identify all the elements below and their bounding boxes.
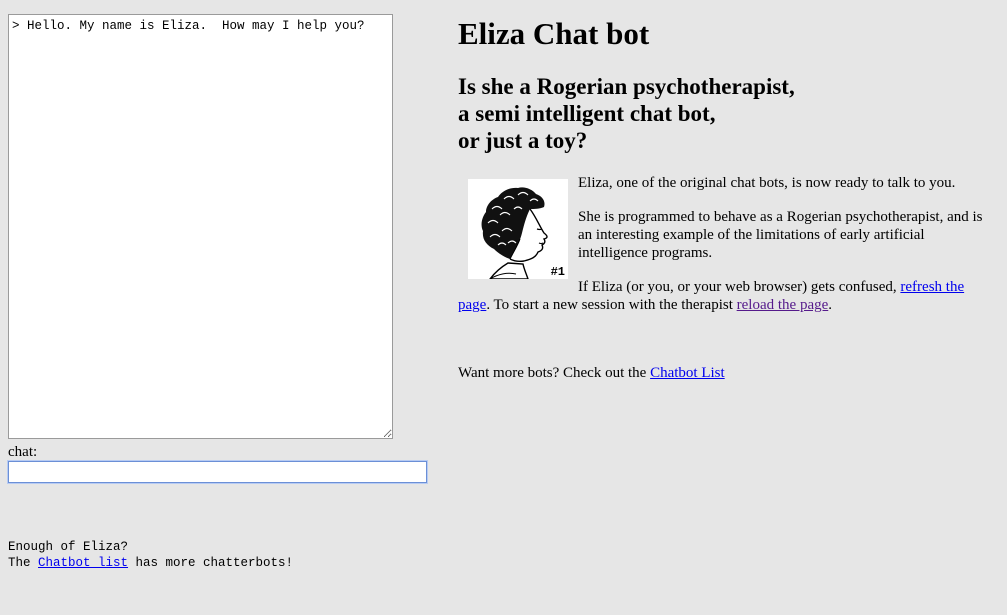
footer-line2-suffix: has more chatterbots! (128, 555, 294, 570)
para3-start: If Eliza (or you, or your web browser) g… (578, 279, 901, 295)
portrait-sketch-icon (481, 187, 548, 279)
subtitle-line: or just a toy? (458, 128, 588, 153)
para3-mid: . To start a new session with the therap… (486, 297, 737, 313)
more-bots-paragraph: Want more bots? Check out the Chatbot Li… (458, 364, 998, 382)
para4-start: Want more bots? Check out the (458, 365, 651, 381)
chatbot-list-link[interactable]: Chatbot list (38, 556, 128, 570)
reload-page-link[interactable]: reload the page (737, 297, 829, 313)
footer-line2-prefix: The (8, 555, 39, 570)
intro-paragraph: Eliza, one of the original chat bots, is… (578, 175, 956, 191)
subtitle-line: Is she a Rogerian psychotherapist, (458, 74, 795, 99)
chat-input[interactable] (7, 460, 428, 484)
eliza-portrait-image: #1 (468, 179, 568, 279)
subtitle-line: a semi intelligent chat bot, (458, 101, 716, 126)
image-badge: #1 (550, 265, 565, 279)
page-subtitle: Is she a Rogerian psychotherapist, a sem… (458, 73, 795, 154)
description-paragraph: She is programmed to behave as a Rogeria… (578, 209, 983, 261)
footer-note: Enough of Eliza? The Chatbot list has mo… (8, 540, 293, 571)
chatbot-list-link-main[interactable]: Chatbot List (650, 365, 725, 381)
chat-transcript[interactable]: > Hello. My name is Eliza. How may I hel… (8, 14, 393, 439)
para3-end: . (828, 297, 833, 313)
chat-label: chat: (8, 444, 38, 460)
footer-line1: Enough of Eliza? (8, 540, 129, 554)
confusion-paragraph: If Eliza (or you, or your web browser) g… (458, 278, 998, 314)
page-title: Eliza Chat bot (458, 16, 650, 51)
chat-panel: > Hello. My name is Eliza. How may I hel… (7, 14, 428, 570)
